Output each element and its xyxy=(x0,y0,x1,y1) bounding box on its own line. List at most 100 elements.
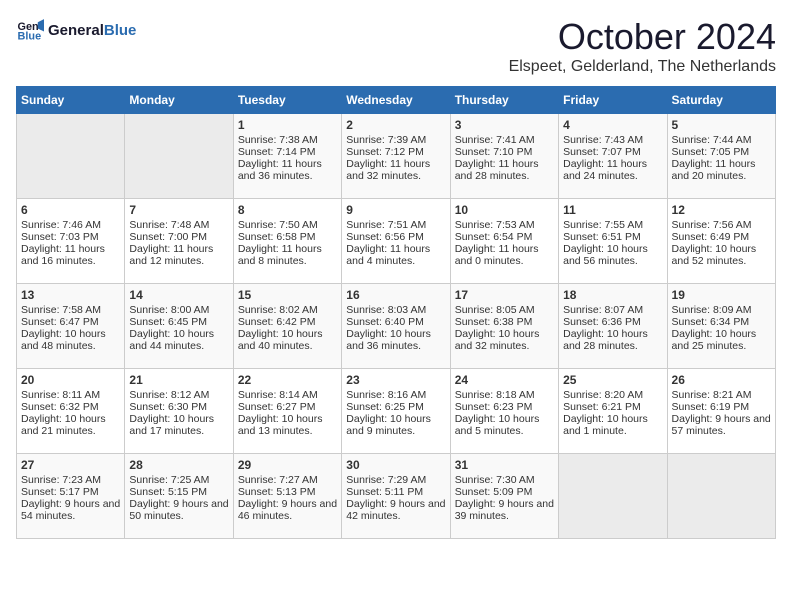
calendar-cell: 24 Sunrise: 8:18 AM Sunset: 6:23 PM Dayl… xyxy=(450,369,558,454)
day-number: 24 xyxy=(455,373,554,387)
calendar-cell: 19 Sunrise: 8:09 AM Sunset: 6:34 PM Dayl… xyxy=(667,284,775,369)
sunset-text: Sunset: 7:05 PM xyxy=(672,146,750,158)
day-number: 4 xyxy=(563,118,662,132)
sunrise-text: Sunrise: 8:00 AM xyxy=(129,304,209,316)
day-number: 3 xyxy=(455,118,554,132)
daylight-text: Daylight: 10 hours and 21 minutes. xyxy=(21,413,106,437)
title-section: October 2024 Elspeet, Gelderland, The Ne… xyxy=(509,16,776,76)
daylight-text: Daylight: 10 hours and 40 minutes. xyxy=(238,328,323,352)
sunrise-text: Sunrise: 7:58 AM xyxy=(21,304,101,316)
sunset-text: Sunset: 6:47 PM xyxy=(21,316,99,328)
day-number: 15 xyxy=(238,288,337,302)
daylight-text: Daylight: 10 hours and 48 minutes. xyxy=(21,328,106,352)
weekday-header-tuesday: Tuesday xyxy=(233,87,341,114)
day-number: 29 xyxy=(238,458,337,472)
weekday-header-friday: Friday xyxy=(559,87,667,114)
sunset-text: Sunset: 7:03 PM xyxy=(21,231,99,243)
daylight-text: Daylight: 11 hours and 8 minutes. xyxy=(238,243,322,267)
weekday-header-row: SundayMondayTuesdayWednesdayThursdayFrid… xyxy=(17,87,776,114)
calendar-cell: 23 Sunrise: 8:16 AM Sunset: 6:25 PM Dayl… xyxy=(342,369,450,454)
weekday-header-thursday: Thursday xyxy=(450,87,558,114)
sunset-text: Sunset: 6:36 PM xyxy=(563,316,641,328)
calendar-cell: 20 Sunrise: 8:11 AM Sunset: 6:32 PM Dayl… xyxy=(17,369,125,454)
sunrise-text: Sunrise: 8:09 AM xyxy=(672,304,752,316)
calendar-cell: 29 Sunrise: 7:27 AM Sunset: 5:13 PM Dayl… xyxy=(233,454,341,539)
day-number: 7 xyxy=(129,203,228,217)
sunset-text: Sunset: 5:13 PM xyxy=(238,486,316,498)
sunset-text: Sunset: 6:30 PM xyxy=(129,401,207,413)
calendar-cell: 14 Sunrise: 8:00 AM Sunset: 6:45 PM Dayl… xyxy=(125,284,233,369)
calendar-cell xyxy=(559,454,667,539)
logo-text: GeneralBlue xyxy=(48,22,136,39)
daylight-text: Daylight: 10 hours and 17 minutes. xyxy=(129,413,214,437)
sunset-text: Sunset: 5:09 PM xyxy=(455,486,533,498)
daylight-text: Daylight: 10 hours and 25 minutes. xyxy=(672,328,757,352)
calendar-week-row: 20 Sunrise: 8:11 AM Sunset: 6:32 PM Dayl… xyxy=(17,369,776,454)
sunrise-text: Sunrise: 8:12 AM xyxy=(129,389,209,401)
day-number: 27 xyxy=(21,458,120,472)
sunrise-text: Sunrise: 7:41 AM xyxy=(455,134,535,146)
sunrise-text: Sunrise: 7:46 AM xyxy=(21,219,101,231)
day-number: 13 xyxy=(21,288,120,302)
sunset-text: Sunset: 6:19 PM xyxy=(672,401,750,413)
sunset-text: Sunset: 6:21 PM xyxy=(563,401,641,413)
sunrise-text: Sunrise: 8:18 AM xyxy=(455,389,535,401)
calendar-cell: 27 Sunrise: 7:23 AM Sunset: 5:17 PM Dayl… xyxy=(17,454,125,539)
day-number: 8 xyxy=(238,203,337,217)
day-number: 30 xyxy=(346,458,445,472)
sunrise-text: Sunrise: 7:48 AM xyxy=(129,219,209,231)
daylight-text: Daylight: 10 hours and 44 minutes. xyxy=(129,328,214,352)
calendar-cell: 30 Sunrise: 7:29 AM Sunset: 5:11 PM Dayl… xyxy=(342,454,450,539)
calendar-cell: 7 Sunrise: 7:48 AM Sunset: 7:00 PM Dayli… xyxy=(125,199,233,284)
sunrise-text: Sunrise: 7:27 AM xyxy=(238,474,318,486)
sunrise-text: Sunrise: 8:21 AM xyxy=(672,389,752,401)
daylight-text: Daylight: 10 hours and 28 minutes. xyxy=(563,328,648,352)
daylight-text: Daylight: 11 hours and 28 minutes. xyxy=(455,158,539,182)
calendar-cell: 5 Sunrise: 7:44 AM Sunset: 7:05 PM Dayli… xyxy=(667,114,775,199)
day-number: 20 xyxy=(21,373,120,387)
sunset-text: Sunset: 5:15 PM xyxy=(129,486,207,498)
daylight-text: Daylight: 9 hours and 50 minutes. xyxy=(129,498,228,522)
calendar-cell: 11 Sunrise: 7:55 AM Sunset: 6:51 PM Dayl… xyxy=(559,199,667,284)
location-subtitle: Elspeet, Gelderland, The Netherlands xyxy=(509,58,776,76)
logo: General Blue GeneralBlue xyxy=(16,16,136,44)
sunrise-text: Sunrise: 7:25 AM xyxy=(129,474,209,486)
day-number: 28 xyxy=(129,458,228,472)
day-number: 22 xyxy=(238,373,337,387)
sunset-text: Sunset: 5:17 PM xyxy=(21,486,99,498)
calendar-cell: 21 Sunrise: 8:12 AM Sunset: 6:30 PM Dayl… xyxy=(125,369,233,454)
calendar-cell xyxy=(17,114,125,199)
calendar-cell xyxy=(125,114,233,199)
daylight-text: Daylight: 11 hours and 36 minutes. xyxy=(238,158,322,182)
calendar-cell: 6 Sunrise: 7:46 AM Sunset: 7:03 PM Dayli… xyxy=(17,199,125,284)
sunset-text: Sunset: 6:40 PM xyxy=(346,316,424,328)
day-number: 1 xyxy=(238,118,337,132)
sunrise-text: Sunrise: 7:51 AM xyxy=(346,219,426,231)
page-header: General Blue GeneralBlue October 2024 El… xyxy=(16,16,776,76)
sunrise-text: Sunrise: 7:50 AM xyxy=(238,219,318,231)
calendar-cell: 13 Sunrise: 7:58 AM Sunset: 6:47 PM Dayl… xyxy=(17,284,125,369)
calendar-cell: 17 Sunrise: 8:05 AM Sunset: 6:38 PM Dayl… xyxy=(450,284,558,369)
sunrise-text: Sunrise: 8:02 AM xyxy=(238,304,318,316)
calendar-cell xyxy=(667,454,775,539)
daylight-text: Daylight: 11 hours and 0 minutes. xyxy=(455,243,539,267)
calendar-cell: 15 Sunrise: 8:02 AM Sunset: 6:42 PM Dayl… xyxy=(233,284,341,369)
sunset-text: Sunset: 7:12 PM xyxy=(346,146,424,158)
calendar-week-row: 27 Sunrise: 7:23 AM Sunset: 5:17 PM Dayl… xyxy=(17,454,776,539)
sunset-text: Sunset: 6:34 PM xyxy=(672,316,750,328)
sunrise-text: Sunrise: 7:44 AM xyxy=(672,134,752,146)
sunset-text: Sunset: 6:49 PM xyxy=(672,231,750,243)
sunrise-text: Sunrise: 7:39 AM xyxy=(346,134,426,146)
sunset-text: Sunset: 5:11 PM xyxy=(346,486,423,498)
day-number: 14 xyxy=(129,288,228,302)
sunset-text: Sunset: 6:23 PM xyxy=(455,401,533,413)
sunset-text: Sunset: 7:00 PM xyxy=(129,231,207,243)
day-number: 10 xyxy=(455,203,554,217)
day-number: 9 xyxy=(346,203,445,217)
sunrise-text: Sunrise: 7:29 AM xyxy=(346,474,426,486)
daylight-text: Daylight: 10 hours and 32 minutes. xyxy=(455,328,540,352)
calendar-cell: 28 Sunrise: 7:25 AM Sunset: 5:15 PM Dayl… xyxy=(125,454,233,539)
day-number: 17 xyxy=(455,288,554,302)
month-title: October 2024 xyxy=(509,16,776,58)
sunrise-text: Sunrise: 7:23 AM xyxy=(21,474,101,486)
